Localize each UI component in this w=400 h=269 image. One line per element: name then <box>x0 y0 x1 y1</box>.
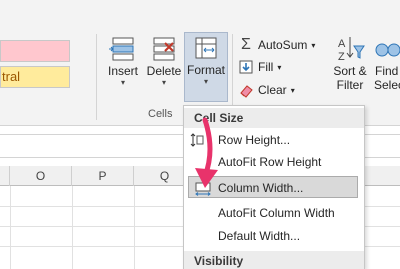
svg-text:A: A <box>338 38 346 50</box>
grid-line <box>134 186 135 269</box>
menu-item-autofit-row-height[interactable]: AutoFit Row Height <box>184 151 364 173</box>
sort-filter-label-line1: Sort & <box>333 64 367 78</box>
style-neutral[interactable]: tral <box>0 66 70 88</box>
menu-item-default-width[interactable]: Default Width... <box>184 225 364 247</box>
column-header-p[interactable]: P <box>72 166 134 186</box>
fill-caret-icon: ▾ <box>277 62 282 72</box>
format-label: Format <box>186 63 225 77</box>
grid-line <box>72 186 73 269</box>
row-height-icon <box>190 133 204 147</box>
sort-filter-icon: A Z <box>338 37 365 63</box>
clear-label: Clear <box>258 83 287 97</box>
clear-caret-icon: ▾ <box>290 85 295 95</box>
find-select-button[interactable]: Find Selec <box>372 34 400 100</box>
sort-filter-button[interactable]: A Z Sort & Filter <box>330 34 370 100</box>
grid-line <box>10 186 11 269</box>
find-select-label-line2: Selec <box>374 78 400 92</box>
autosum-label: AutoSum <box>258 38 308 52</box>
menu-item-column-width[interactable]: Column Width... <box>188 176 358 198</box>
format-icon <box>195 37 217 59</box>
group-separator <box>96 34 97 120</box>
insert-cells-icon <box>109 37 134 61</box>
cells-group-label: Cells <box>148 108 173 120</box>
style-bad[interactable] <box>0 40 70 62</box>
format-button[interactable]: Format ▾ <box>184 32 228 102</box>
insert-label: Insert <box>107 64 138 78</box>
fill-button[interactable]: Fill ▾ <box>238 59 281 75</box>
column-width-icon <box>195 182 211 196</box>
delete-caret-icon: ▾ <box>161 78 166 87</box>
format-dropdown-menu: Cell Size Row Height... AutoFit Row Heig… <box>183 105 365 269</box>
find-select-label-line1: Find <box>375 64 399 78</box>
insert-button[interactable]: Insert ▾ <box>104 34 142 100</box>
svg-text:Z: Z <box>338 51 345 63</box>
binoculars-icon <box>375 43 400 57</box>
autofit-column-width-label: AutoFit Column Width <box>218 206 335 220</box>
autofit-row-height-label: AutoFit Row Height <box>218 155 322 169</box>
menu-item-autofit-column-width[interactable]: AutoFit Column Width <box>184 202 364 224</box>
insert-caret-icon: ▾ <box>120 78 125 87</box>
sort-filter-label-line2: Filter <box>336 78 364 92</box>
menu-section-cell-size: Cell Size <box>184 108 364 128</box>
fill-down-icon <box>239 60 253 74</box>
autosum-caret-icon: ▾ <box>311 40 316 50</box>
delete-cells-icon <box>153 37 175 61</box>
column-header-o[interactable]: O <box>10 166 72 186</box>
menu-item-row-height[interactable]: Row Height... <box>184 129 364 151</box>
autosum-button[interactable]: Σ AutoSum ▾ <box>238 36 315 54</box>
delete-button[interactable]: Delete ▾ <box>144 34 184 100</box>
column-header[interactable] <box>0 166 10 186</box>
eraser-icon <box>240 85 253 98</box>
clear-button[interactable]: Clear ▾ <box>238 82 295 98</box>
column-width-label: Column Width... <box>218 181 304 195</box>
sigma-icon: Σ <box>241 36 251 53</box>
fill-label: Fill <box>258 60 274 74</box>
format-caret-icon: ▾ <box>203 77 208 86</box>
row-height-label: Row Height... <box>218 133 291 147</box>
default-width-label: Default Width... <box>218 229 301 243</box>
delete-label: Delete <box>146 64 182 78</box>
menu-section-visibility: Visibility <box>184 251 364 269</box>
